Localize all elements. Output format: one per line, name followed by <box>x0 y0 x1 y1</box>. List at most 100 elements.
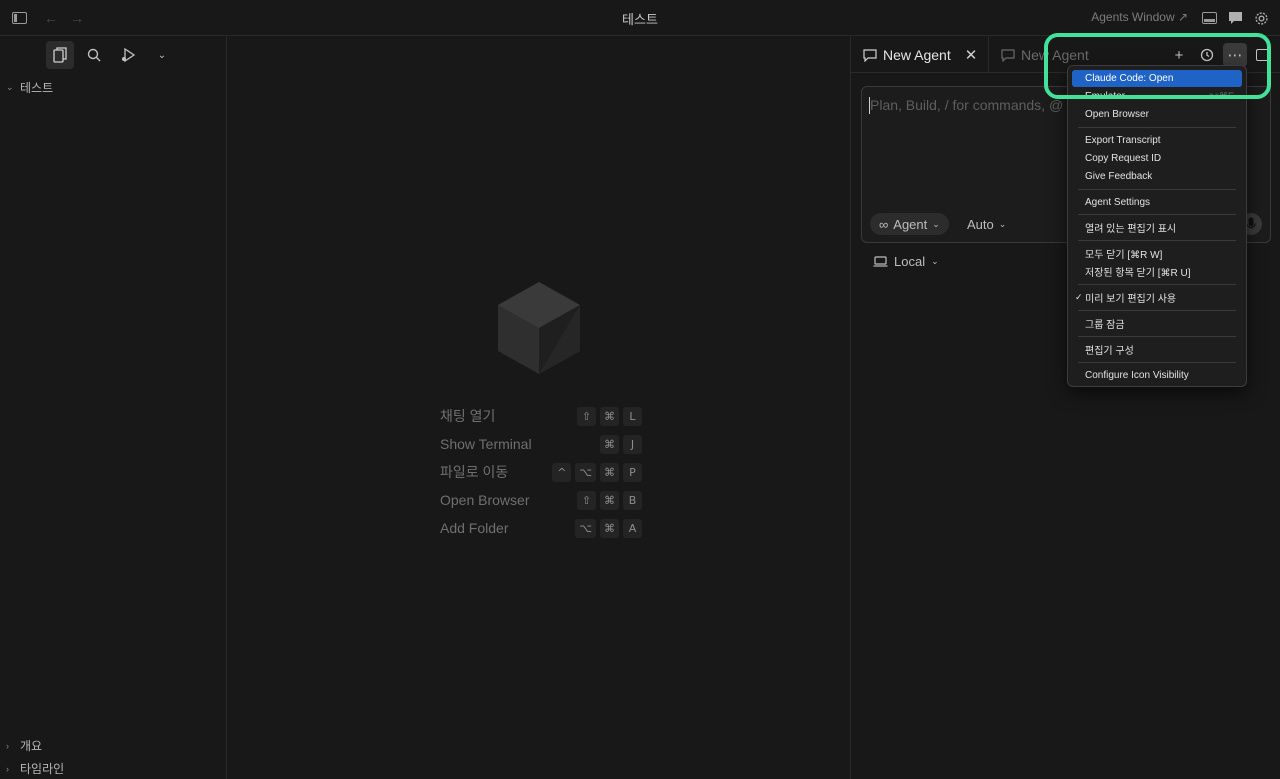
infinity-icon: ∞ <box>879 216 889 232</box>
editor-area: 채팅 열기 ⇧ ⌘ L Show Terminal ⌘ J 파일로 이동 ^ ⌥… <box>228 37 849 779</box>
shortcut-show-terminal[interactable]: Show Terminal ⌘ J <box>440 430 642 458</box>
environment-selector[interactable]: Local ⌄ <box>873 254 939 269</box>
laptop-icon <box>873 256 888 267</box>
menu-divider <box>1078 336 1236 337</box>
app-logo-icon <box>496 280 582 381</box>
shortcut-list: 채팅 열기 ⇧ ⌘ L Show Terminal ⌘ J 파일로 이동 ^ ⌥… <box>440 402 642 542</box>
chat-icon[interactable] <box>1226 9 1244 27</box>
chevron-down-icon: ⌄ <box>998 218 1007 229</box>
chevron-down-icon[interactable]: ⌄ <box>148 41 176 69</box>
menu-item-show-open-editors[interactable]: 열려 있는 편집기 표시 <box>1072 219 1242 236</box>
key: ⌘ <box>600 434 619 454</box>
tab-label: New Agent <box>883 47 951 63</box>
menu-item-emulator[interactable]: Emulator ⌥⌘E <box>1072 88 1242 105</box>
menu-item-editor-layout[interactable]: 편집기 구성 <box>1072 341 1242 358</box>
shortcut-label: Show Terminal <box>440 436 532 452</box>
chat-bubble-icon <box>863 48 877 62</box>
menu-divider <box>1078 362 1236 363</box>
key: ^ <box>552 462 572 482</box>
section-timeline-label: 타임라인 <box>20 762 65 776</box>
tab-new-agent-active[interactable]: New Agent ✕ <box>851 37 989 73</box>
menu-divider <box>1078 284 1236 285</box>
key: B <box>623 490 642 510</box>
menu-item-label: Claude Code: Open <box>1085 73 1174 84</box>
menu-item-label: Open Browser <box>1085 109 1149 120</box>
menu-item-label: 모두 닫기 [⌘R W] <box>1085 250 1163 261</box>
menu-item-preview-editor[interactable]: ✓ 미리 보기 편집기 사용 <box>1072 289 1242 306</box>
shortcut-go-to-file[interactable]: 파일로 이동 ^ ⌥ ⌘ P <box>440 458 642 486</box>
key: ⌘ <box>600 406 619 426</box>
menu-item-close-all[interactable]: 모두 닫기 [⌘R W] <box>1072 245 1242 262</box>
shortcut-add-folder[interactable]: Add Folder ⌥ ⌘ A <box>440 514 642 542</box>
sidebar-toolbar: ⌄ <box>46 41 176 69</box>
agent-mode-selector[interactable]: ∞ Agent ⌄ <box>870 213 949 235</box>
menu-item-export-transcript[interactable]: Export Transcript <box>1072 132 1242 149</box>
section-outline[interactable]: › 개요 <box>6 737 42 754</box>
chevron-down-icon: ⌄ <box>931 256 939 266</box>
menu-item-agent-settings[interactable]: Agent Settings <box>1072 194 1242 211</box>
search-icon[interactable] <box>80 41 108 69</box>
shortcut-open-browser[interactable]: Open Browser ⇧ ⌘ B <box>440 486 642 514</box>
menu-item-close-saved[interactable]: 저장된 항목 닫기 [⌘R U] <box>1072 263 1242 280</box>
menu-item-configure-icon-visibility[interactable]: Configure Icon Visibility <box>1072 367 1242 384</box>
shortcut-label: 채팅 열기 <box>440 408 496 424</box>
environment-label: Local <box>894 254 926 269</box>
menu-divider <box>1078 127 1236 128</box>
history-clock-icon[interactable] <box>1195 43 1219 67</box>
folder-root[interactable]: ⌄ 테스트 <box>6 79 53 96</box>
shortcut-label: Add Folder <box>440 520 509 536</box>
menu-item-label: Export Transcript <box>1085 135 1161 146</box>
key: A <box>623 518 642 538</box>
prompt-placeholder: Plan, Build, / for commands, @ <box>870 97 1064 113</box>
key: P <box>623 462 642 482</box>
tab-label: New Agent <box>1021 47 1089 63</box>
settings-gear-icon[interactable] <box>1252 9 1270 27</box>
shortcut-open-chat[interactable]: 채팅 열기 ⇧ ⌘ L <box>440 402 642 430</box>
menu-item-label: 그룹 잠금 <box>1085 320 1125 331</box>
toggle-panel-icon[interactable] <box>1200 9 1218 27</box>
model-label: Auto <box>967 216 994 232</box>
key: J <box>623 434 642 454</box>
menu-item-copy-request-id[interactable]: Copy Request ID <box>1072 150 1242 167</box>
plus-icon[interactable]: + <box>1167 43 1191 67</box>
sidebar: ⌄ ⌄ 테스트 › 개요 › 타임라인 <box>0 37 227 779</box>
menu-item-label: 열려 있는 편집기 표시 <box>1085 224 1177 235</box>
menu-item-label: Copy Request ID <box>1085 153 1162 164</box>
chevron-right-icon: › <box>6 740 9 751</box>
menu-item-label: Agent Settings <box>1085 197 1151 208</box>
tab-actions: + ⋯ <box>1167 43 1275 67</box>
menu-item-label: Give Feedback <box>1085 171 1153 182</box>
explorer-files-icon[interactable] <box>46 41 74 69</box>
menu-item-label: 미리 보기 편집기 사용 <box>1085 294 1177 305</box>
section-outline-label: 개요 <box>20 739 43 753</box>
section-timeline[interactable]: › 타임라인 <box>6 760 64 777</box>
key: ⌘ <box>600 490 619 510</box>
chevron-right-icon: › <box>6 763 9 774</box>
menu-item-label: 저장된 항목 닫기 [⌘R U] <box>1085 268 1191 279</box>
menu-item-label: Emulator <box>1085 91 1126 102</box>
menu-divider <box>1078 214 1236 215</box>
chevron-down-icon: ⌄ <box>6 82 14 92</box>
key: ⌥ <box>575 518 596 538</box>
window-title: 테스트 <box>622 12 658 27</box>
menu-item-label: Configure Icon Visibility <box>1085 370 1189 381</box>
agents-window-link[interactable]: Agents Window ↗ <box>1091 10 1188 24</box>
close-icon[interactable]: ✕ <box>965 46 978 64</box>
shortcut-label: Open Browser <box>440 492 530 508</box>
menu-divider <box>1078 189 1236 190</box>
toggle-panel-icon[interactable] <box>1251 43 1275 67</box>
menu-item-lock-group[interactable]: 그룹 잠금 <box>1072 315 1242 332</box>
more-options-icon[interactable]: ⋯ <box>1223 43 1247 67</box>
key: ⇧ <box>577 490 596 510</box>
menu-item-claude-code-open[interactable]: Claude Code: Open <box>1072 70 1242 87</box>
shortcut-label: 파일로 이동 <box>440 464 509 480</box>
menu-item-give-feedback[interactable]: Give Feedback <box>1072 168 1242 185</box>
more-options-menu: Claude Code: Open Emulator ⌥⌘E Open Brow… <box>1067 65 1247 387</box>
model-selector[interactable]: Auto ⌄ <box>967 213 1006 235</box>
key: ⌘ <box>600 518 619 538</box>
menu-item-open-browser[interactable]: Open Browser <box>1072 106 1242 123</box>
key: ⇧ <box>577 406 596 426</box>
run-debug-icon[interactable] <box>114 41 142 69</box>
menu-divider <box>1078 240 1236 241</box>
chevron-down-icon: ⌄ <box>932 218 940 229</box>
